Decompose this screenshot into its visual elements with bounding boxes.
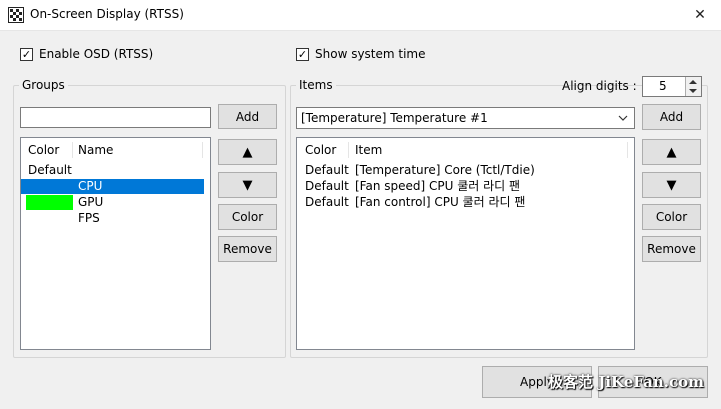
checkbox-checked-icon[interactable]: ✓ bbox=[296, 47, 309, 61]
enable-osd-label: Enable OSD (RTSS) bbox=[39, 47, 154, 61]
column-separator bbox=[72, 142, 73, 158]
spin-down-icon[interactable] bbox=[689, 88, 697, 94]
color-swatch bbox=[26, 195, 73, 210]
group-remove-button[interactable]: Remove bbox=[218, 236, 277, 262]
window-title: On-Screen Display (RTSS) bbox=[30, 7, 184, 21]
column-separator bbox=[348, 142, 349, 158]
group-move-down-button[interactable]: ▼ bbox=[218, 172, 277, 198]
column-header-item[interactable]: Item bbox=[355, 140, 382, 160]
groups-label: Groups bbox=[19, 78, 68, 92]
group-name-input[interactable] bbox=[20, 107, 211, 128]
list-item-selected[interactable]: CPU bbox=[21, 179, 204, 194]
watermark: 极客范 JiKeFan.com bbox=[548, 373, 704, 391]
row-item: [Temperature] Core (Tctl/Tdie) bbox=[355, 163, 535, 177]
column-separator bbox=[627, 142, 628, 158]
row-color-text: Default bbox=[305, 179, 349, 193]
group-color-button[interactable]: Color bbox=[218, 204, 277, 230]
list-item[interactable]: Default [Temperature] Core (Tctl/Tdie) bbox=[297, 163, 627, 178]
row-color-text: Default bbox=[28, 163, 72, 177]
group-move-up-button[interactable]: ▲ bbox=[218, 139, 277, 165]
item-remove-button[interactable]: Remove bbox=[642, 236, 701, 262]
groups-list[interactable]: Color Name Default CPU GPU FPS bbox=[20, 137, 211, 350]
align-digits-value: 5 bbox=[659, 79, 667, 93]
chevron-down-icon[interactable] bbox=[618, 115, 628, 121]
row-color-text: Default bbox=[305, 163, 349, 177]
align-digits-spinner[interactable]: 5 bbox=[642, 76, 702, 97]
list-item[interactable]: Default [Fan speed] CPU 쿨러 라디 팬 bbox=[297, 179, 627, 194]
column-header-name[interactable]: Name bbox=[78, 140, 113, 160]
align-digits-label: Align digits : bbox=[562, 79, 637, 93]
row-name: CPU bbox=[78, 179, 103, 193]
spin-up-icon[interactable] bbox=[689, 79, 697, 85]
checkbox-checked-icon[interactable]: ✓ bbox=[20, 47, 33, 61]
row-item: [Fan speed] CPU 쿨러 라디 팬 bbox=[355, 179, 521, 193]
row-name: FPS bbox=[78, 211, 100, 225]
column-header-color[interactable]: Color bbox=[28, 140, 59, 160]
item-move-up-button[interactable]: ▲ bbox=[642, 139, 701, 165]
list-item[interactable]: Default [Fan control] CPU 쿨러 라디 팬 bbox=[297, 195, 627, 210]
item-source-dropdown[interactable]: [Temperature] Temperature #1 bbox=[296, 107, 635, 129]
items-list[interactable]: Color Item Default [Temperature] Core (T… bbox=[296, 137, 635, 350]
row-name: GPU bbox=[78, 195, 104, 209]
list-item[interactable]: GPU bbox=[21, 195, 204, 210]
spinner-buttons[interactable] bbox=[685, 77, 701, 96]
close-icon[interactable]: ✕ bbox=[688, 6, 712, 24]
show-system-time-label: Show system time bbox=[315, 47, 426, 61]
column-header-color[interactable]: Color bbox=[305, 140, 336, 160]
row-item: [Fan control] CPU 쿨러 라디 팬 bbox=[355, 195, 526, 209]
items-label: Items bbox=[296, 78, 336, 92]
group-add-button[interactable]: Add bbox=[218, 104, 277, 129]
show-system-time-option[interactable]: ✓ Show system time bbox=[296, 46, 426, 62]
dropdown-selected-value: [Temperature] Temperature #1 bbox=[301, 111, 488, 125]
app-icon bbox=[8, 7, 24, 23]
column-separator bbox=[202, 142, 203, 158]
item-color-button[interactable]: Color bbox=[642, 204, 701, 230]
enable-osd-option[interactable]: ✓ Enable OSD (RTSS) bbox=[20, 46, 153, 62]
item-move-down-button[interactable]: ▼ bbox=[642, 172, 701, 198]
item-add-button[interactable]: Add bbox=[642, 104, 701, 130]
list-item[interactable]: FPS bbox=[21, 211, 204, 226]
row-color-text: Default bbox=[305, 195, 349, 209]
list-item[interactable]: Default bbox=[21, 163, 204, 178]
